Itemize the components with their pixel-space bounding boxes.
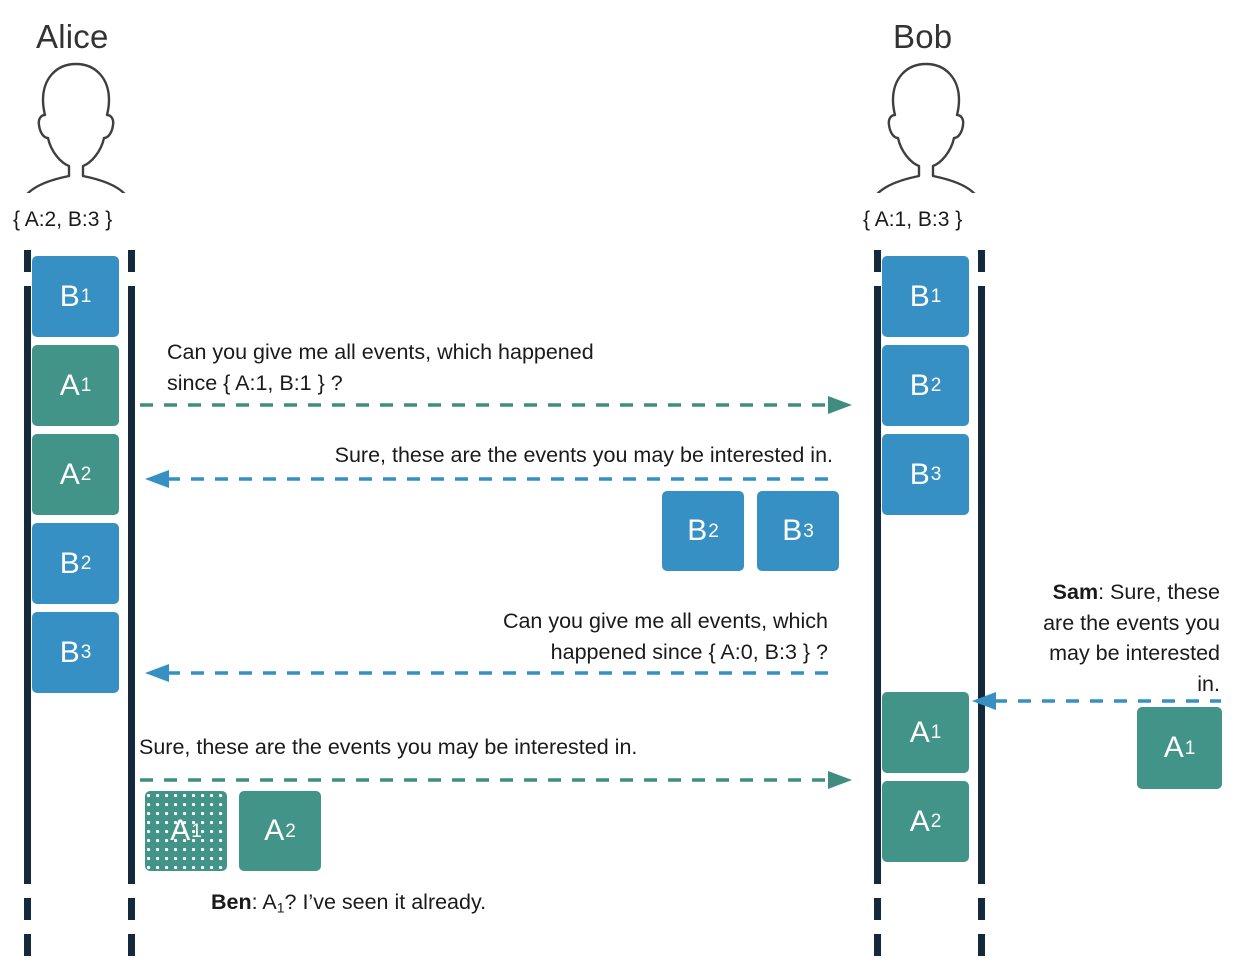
event-label: A: [59, 457, 80, 491]
annotation-sam-line-0-rest: : Sure, these: [1098, 580, 1220, 604]
vector-clock-alice: { A:2, B:3 }: [13, 208, 113, 231]
payload-box-response-1-0[interactable]: B2: [662, 491, 744, 571]
event-box-bob-2[interactable]: B3: [882, 434, 969, 515]
event-box-alice-0[interactable]: B1: [32, 256, 119, 337]
event-label: B: [909, 279, 930, 313]
annotation-ben-speaker: Ben: [211, 890, 252, 914]
payload-box-response-1-1[interactable]: B3: [757, 491, 839, 571]
event-box-bob-4[interactable]: A2: [882, 781, 969, 862]
message-line-1: Can you give me all events, which happen…: [167, 340, 594, 364]
message-arrow-response-2: [140, 771, 852, 789]
event-label: A: [909, 804, 930, 838]
annotation-sam-speaker: Sam: [1052, 580, 1099, 604]
event-label: A: [264, 814, 285, 847]
annotation-ben: Ben: A1? I’ve seen it already.: [211, 890, 486, 916]
timeline-rail-bob-right-solid: [978, 288, 985, 868]
message-line-1: Sure, these are the events you may be in…: [139, 735, 638, 759]
message-arrow-request-1: [140, 396, 852, 414]
event-box-alice-4[interactable]: B3: [32, 612, 119, 693]
event-label: B: [782, 514, 803, 547]
event-label: B: [59, 279, 80, 313]
payload-box-response-2-0[interactable]: A1: [145, 791, 227, 871]
event-subscript: 2: [708, 520, 719, 542]
event-label: A: [59, 368, 80, 402]
event-subscript: 2: [80, 464, 92, 485]
message-line-1: Can you give me all events, which: [502, 609, 828, 633]
event-label: B: [59, 546, 80, 580]
event-subscript: 3: [80, 642, 92, 663]
event-box-alice-3[interactable]: B2: [32, 523, 119, 604]
vector-clock-bob: { A:1, B:3 }: [863, 208, 963, 231]
event-subscript: 1: [191, 820, 202, 842]
event-label: B: [909, 457, 930, 491]
event-label: B: [59, 635, 80, 669]
person-avatar-icon: [10, 58, 142, 230]
event-subscript: 2: [930, 375, 942, 396]
event-label: A: [1163, 731, 1184, 764]
actor-name-bob: Bob: [893, 18, 953, 55]
annotation-sam-payload-box[interactable]: A1: [1137, 707, 1222, 789]
event-label: B: [909, 368, 930, 402]
event-box-alice-1[interactable]: A1: [32, 345, 119, 426]
annotation-ben-prefix: : A: [251, 890, 277, 914]
actor-name-alice: Alice: [36, 18, 109, 55]
event-subscript: 1: [1184, 737, 1196, 759]
annotation-sam-line-0: Sam: Sure, these: [985, 577, 1220, 608]
message-label-response-2: Sure, these are the events you may be in…: [139, 732, 859, 763]
event-subscript: 2: [285, 820, 296, 842]
message-label-request-2: Can you give me all events, which happen…: [300, 606, 828, 667]
message-arrow-request-2: [143, 664, 835, 682]
timeline-rail-alice-right-solid: [128, 288, 135, 868]
event-subscript: 1: [930, 722, 942, 743]
event-label: A: [909, 715, 930, 749]
event-box-bob-0[interactable]: B1: [882, 256, 969, 337]
event-box-bob-3[interactable]: A1: [882, 692, 969, 773]
event-label: A: [170, 814, 191, 847]
event-subscript: 1: [930, 286, 942, 307]
event-subscript: 1: [80, 286, 92, 307]
annotation-sam-line-2: may be interested: [1049, 641, 1220, 666]
message-label-response-1: Sure, these are the events you may be in…: [160, 440, 833, 471]
event-label: B: [687, 514, 708, 547]
sequence-diagram-canvas: Alice { A:2, B:3 } B1 A1 A2 B2 B3 Bob { …: [0, 0, 1243, 967]
person-avatar-icon: [860, 58, 992, 230]
message-line-2: happened since { A:0, B:3 } ?: [550, 639, 828, 664]
event-subscript: 1: [80, 375, 92, 396]
event-box-bob-1[interactable]: B2: [882, 345, 969, 426]
message-label-request-1: Can you give me all events, which happen…: [167, 337, 867, 398]
message-line-1: Sure, these are the events you may be in…: [334, 443, 833, 467]
event-subscript: 3: [930, 464, 942, 485]
annotation-sam-line-1: are the events you: [1043, 610, 1220, 635]
message-line-2: since { A:1, B:1 } ?: [167, 370, 343, 395]
event-subscript: 3: [803, 520, 814, 542]
event-subscript: 2: [930, 811, 942, 832]
event-subscript: 2: [80, 553, 92, 574]
timeline-rail-bob-left-solid: [874, 288, 881, 868]
message-arrow-response-1: [143, 470, 835, 488]
timeline-rail-alice-left-solid: [24, 288, 31, 868]
event-box-alice-2[interactable]: A2: [32, 434, 119, 515]
payload-box-response-2-1[interactable]: A2: [239, 791, 321, 871]
annotation-ben-subscript: 1: [276, 899, 285, 916]
annotation-ben-suffix: ? I’ve seen it already.: [284, 890, 487, 914]
annotation-sam: Sam: Sure, these are the events you may …: [985, 577, 1220, 699]
